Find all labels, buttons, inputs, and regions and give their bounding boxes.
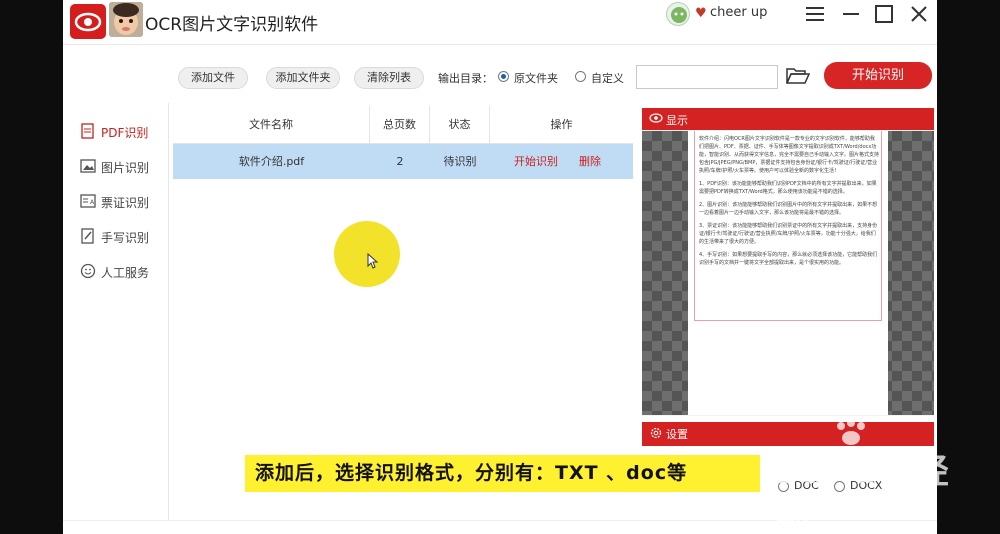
- document-paragraph: 2、图片识别：该功能能够帮助我们识别图片中的所有文字并提取出来，如果不想一边看着…: [699, 202, 878, 216]
- table-row[interactable]: 软件介绍.pdf 2 待识别 开始识别 删除: [173, 144, 633, 179]
- svg-text:A: A: [90, 199, 95, 206]
- add-file-button[interactable]: 添加文件: [178, 67, 248, 89]
- row-delete-button[interactable]: 删除: [573, 144, 607, 179]
- cursor-icon: [367, 252, 379, 273]
- output-path-input[interactable]: [636, 65, 778, 89]
- column-header-status[interactable]: 状态: [430, 106, 490, 143]
- smile-icon: [80, 263, 96, 279]
- radio-original-folder-label: 原文件夹: [514, 72, 558, 85]
- preview-canvas[interactable]: 软件介绍：闪电OCR图片文字识别软件是一款专业的文字识别软件，能够帮助我们把图片…: [642, 131, 934, 415]
- add-folder-button[interactable]: 添加文件夹: [266, 67, 340, 89]
- app-avatar-image: [109, 2, 143, 37]
- app-logo: [70, 4, 106, 39]
- sidebar: PDF识别 图片识别 A 票证识别 手写识别 人工服务: [63, 103, 169, 534]
- column-header-actions[interactable]: 操作: [490, 106, 633, 143]
- row-start-button[interactable]: 开始识别: [506, 144, 566, 179]
- sidebar-item-ticket[interactable]: A 票证识别: [80, 192, 165, 212]
- user-avatar[interactable]: [666, 2, 690, 26]
- radio-custom-label: 自定义: [591, 72, 624, 85]
- menu-icon[interactable]: [802, 1, 828, 27]
- watermark-url: jingyan.baidu.com: [805, 494, 907, 507]
- sidebar-item-label: 票证识别: [101, 196, 150, 210]
- cell-pages: 2: [396, 155, 404, 168]
- maximize-icon[interactable]: [871, 1, 897, 27]
- sidebar-item-label: 图片识别: [101, 161, 150, 175]
- sidebar-item-handwriting[interactable]: 手写识别: [80, 227, 165, 247]
- output-dir-label: 输出目录：: [438, 72, 493, 85]
- sidebar-item-label: 人工服务: [101, 266, 150, 280]
- sidebar-item-label: 手写识别: [101, 231, 150, 245]
- sidebar-item-label: PDF识别: [101, 126, 149, 140]
- pdf-icon: [80, 123, 96, 139]
- column-header-pages[interactable]: 总页数: [370, 106, 430, 143]
- document-frame: 软件介绍：闪电OCR图片文字识别软件是一款专业的文字识别软件，能够帮助我们把图片…: [694, 131, 882, 321]
- clear-list-button[interactable]: 清除列表: [354, 67, 424, 89]
- start-recognition-button[interactable]: 开始识别: [824, 62, 932, 89]
- document-paragraph: 软件介绍：闪电OCR图片文字识别软件是一款专业的文字识别软件，能够帮助我们把图片…: [699, 136, 880, 174]
- document-paragraph: 3、票证识别：该功能能够帮助我们识别票证中的所有文字并提取出来，支持身份证/银行…: [699, 223, 878, 245]
- heart-icon: ♥: [695, 6, 707, 21]
- title-bar: OCR图片文字识别软件 ♥ cheer up: [63, 0, 937, 45]
- column-header-filename[interactable]: 文件名称: [173, 106, 370, 143]
- handwriting-icon: [80, 228, 96, 244]
- gear-icon: [649, 426, 663, 443]
- document-page: 软件介绍：闪电OCR图片文字识别软件是一款专业的文字识别软件，能够帮助我们把图片…: [688, 131, 888, 415]
- document-paragraph: 4、手写识别：如果想要提取手写的内容，那么就必须选择该功能，它能帮助我们识别手写…: [699, 252, 878, 266]
- image-icon: [80, 158, 96, 174]
- watermark-logo-text: Bai du 经验: [775, 452, 950, 534]
- document-text: 软件介绍：闪电OCR图片文字识别软件是一款专业的文字识别软件，能够帮助我们把图片…: [699, 135, 879, 272]
- preview-panel: 显示 软件介绍：闪电OCR图片文字识别软件是一款专业的文字识别软件，能够帮助我们…: [642, 108, 934, 416]
- user-name[interactable]: cheer up: [710, 5, 767, 20]
- folder-open-icon[interactable]: [785, 66, 811, 90]
- app-title: OCR图片文字识别软件: [145, 15, 319, 35]
- minimize-icon[interactable]: [838, 1, 864, 27]
- preview-title: 显示: [666, 114, 688, 127]
- cell-status: 待识别: [443, 155, 477, 168]
- eye-icon: [649, 112, 663, 127]
- preview-header: 显示: [642, 108, 934, 130]
- sidebar-item-pdf[interactable]: PDF识别: [80, 122, 165, 142]
- settings-title: 设置: [666, 428, 688, 441]
- baidu-watermark: Bai du 经验 jingyan.baidu.com: [775, 418, 975, 534]
- document-paragraph: 1、PDF识别：该功能能够帮助我们识别PDF文档中的所有文字并提取出来，如果需要…: [699, 181, 877, 195]
- cell-filename: 软件介绍.pdf: [238, 155, 305, 168]
- radio-original-folder[interactable]: [498, 71, 509, 82]
- video-subtitle: 添加后，选择识别格式，分别有：TXT 、doc等: [245, 455, 760, 492]
- ticket-icon: A: [80, 193, 96, 209]
- toolbar: 添加文件 添加文件夹 清除列表 输出目录： 原文件夹 自定义 开始识别: [169, 45, 937, 103]
- close-icon[interactable]: [906, 1, 932, 27]
- sidebar-item-service[interactable]: 人工服务: [80, 262, 165, 282]
- radio-custom[interactable]: [575, 71, 586, 82]
- sidebar-item-image[interactable]: 图片识别: [80, 157, 165, 177]
